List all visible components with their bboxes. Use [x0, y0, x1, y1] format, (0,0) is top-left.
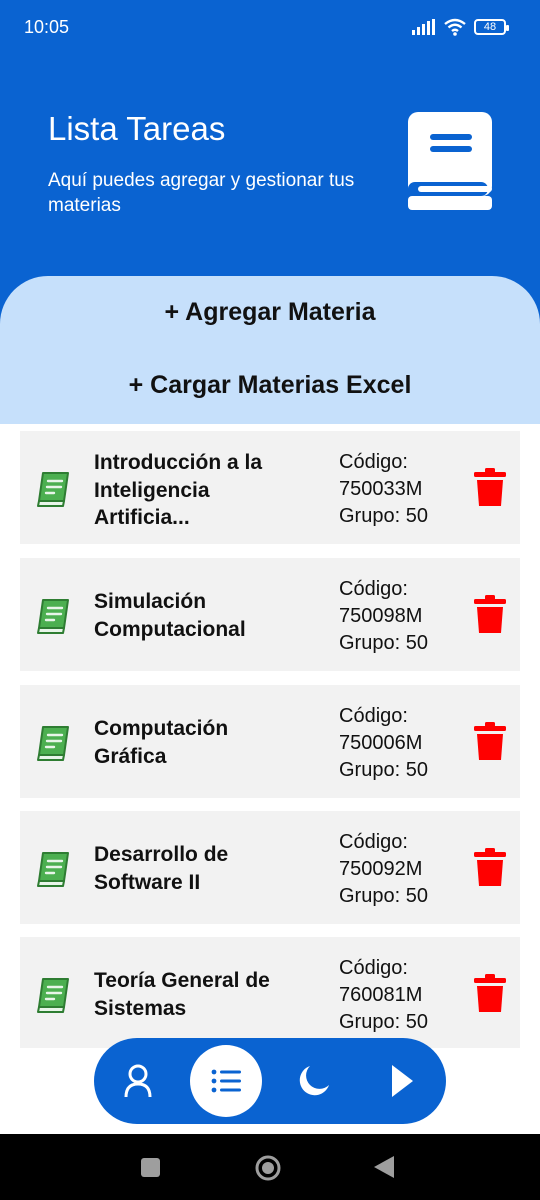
book-icon [408, 112, 492, 210]
code-label: Código: [339, 705, 408, 727]
nav-list-button[interactable] [190, 1045, 262, 1117]
subject-name: Desarrollo de Software II [94, 843, 229, 894]
group-value: Grupo: 50 [339, 1011, 428, 1033]
nav-profile-button[interactable] [102, 1045, 174, 1117]
code-value: 750098M [339, 605, 423, 627]
code-value: 750033M [339, 478, 423, 500]
trash-icon[interactable] [474, 595, 506, 633]
book-icon [37, 472, 69, 507]
status-time: 10:05 [24, 17, 70, 37]
group-value: Grupo: 50 [339, 505, 428, 527]
home-icon[interactable] [255, 1155, 281, 1181]
page-subtitle: Aquí puedes agregar y gestionar tus mate… [48, 170, 355, 216]
status-bar: 10:05 48 [0, 0, 540, 56]
group-value: Grupo: 50 [339, 885, 428, 907]
subject-code: Código: 750033M Grupo: 50 [339, 449, 428, 530]
subject-name: Simulación Computacional [94, 590, 246, 641]
code-value: 750006M [339, 732, 423, 754]
nav-play-button[interactable] [366, 1045, 438, 1117]
subject-name: Teoría General de Sistemas [94, 969, 270, 1020]
book-icon [37, 978, 69, 1013]
list-item[interactable]: Computación Gráfica Código: 750006M Grup… [20, 685, 520, 798]
subject-name: Computación Gráfica [94, 717, 229, 768]
subject-name: Introducción a la Inteligencia Artificia… [94, 451, 263, 529]
list-item[interactable]: Desarrollo de Software II Código: 750092… [20, 811, 520, 924]
user-icon [124, 1064, 152, 1098]
group-value: Grupo: 50 [339, 759, 428, 781]
back-icon[interactable] [374, 1156, 394, 1178]
subject-code: Código: 760081M Grupo: 50 [339, 955, 428, 1036]
recents-icon[interactable] [141, 1158, 160, 1177]
battery-icon: 48 [474, 19, 509, 35]
code-value: 760081M [339, 984, 423, 1006]
list-icon [211, 1069, 241, 1093]
load-excel-button[interactable]: + Cargar Materias Excel [0, 371, 540, 400]
play-icon [392, 1065, 413, 1097]
code-label: Código: [339, 831, 408, 853]
book-icon [37, 726, 69, 761]
nav-theme-button[interactable] [278, 1045, 350, 1117]
code-label: Código: [339, 451, 408, 473]
code-label: Código: [339, 578, 408, 600]
subject-code: Código: 750006M Grupo: 50 [339, 703, 428, 784]
code-value: 750092M [339, 858, 423, 880]
wifi-icon [444, 18, 466, 36]
add-subject-button[interactable]: + Agregar Materia [0, 298, 540, 327]
status-icons: 48 [412, 18, 509, 36]
page-title: Lista Tareas [48, 110, 226, 147]
subject-list[interactable]: Introducción a la Inteligencia Artificia… [20, 431, 520, 1048]
code-label: Código: [339, 957, 408, 979]
book-icon [37, 599, 69, 634]
subject-code: Código: 750098M Grupo: 50 [339, 576, 428, 657]
list-item[interactable]: Introducción a la Inteligencia Artificia… [20, 431, 520, 544]
bottom-nav [94, 1038, 446, 1124]
moon-icon [299, 1066, 329, 1096]
trash-icon[interactable] [474, 848, 506, 886]
group-value: Grupo: 50 [339, 632, 428, 654]
signal-icon [412, 19, 435, 35]
subject-code: Código: 750092M Grupo: 50 [339, 829, 428, 910]
trash-icon[interactable] [474, 974, 506, 1012]
trash-icon[interactable] [474, 468, 506, 506]
actions-panel: + Agregar Materia + Cargar Materias Exce… [0, 276, 540, 424]
book-icon [37, 852, 69, 887]
list-item[interactable]: Simulación Computacional Código: 750098M… [20, 558, 520, 671]
list-item[interactable]: Teoría General de Sistemas Código: 76008… [20, 937, 520, 1048]
trash-icon[interactable] [474, 722, 506, 760]
system-nav-bar [0, 1134, 540, 1200]
